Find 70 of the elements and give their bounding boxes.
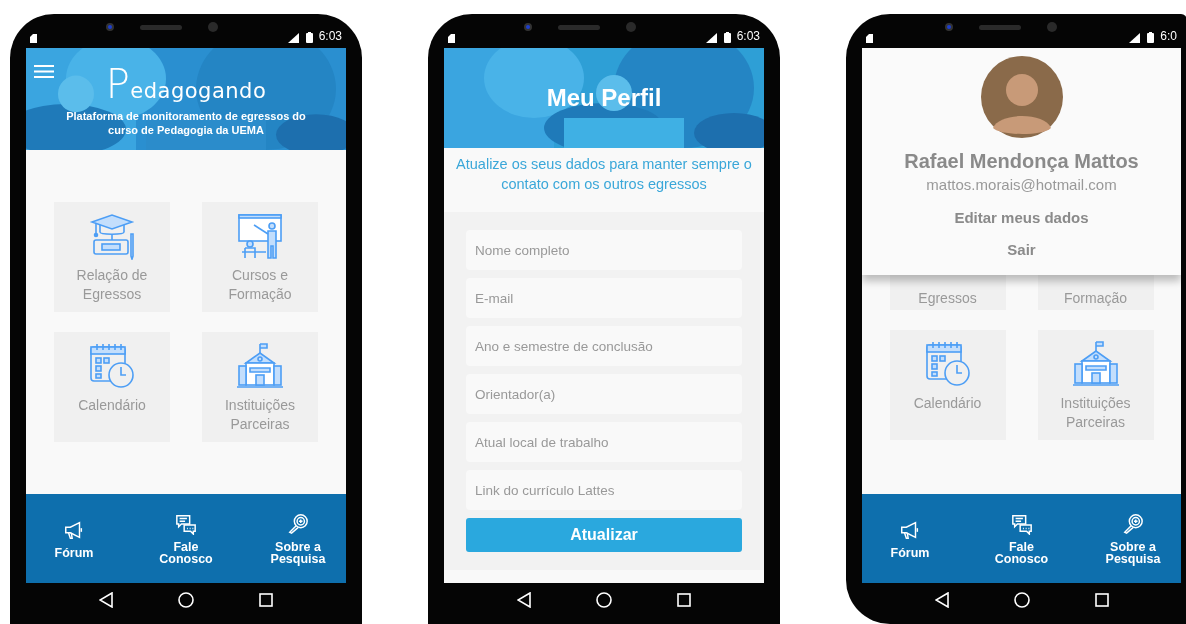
menu-tile[interactable]: Formação xyxy=(1037,275,1154,310)
nav-button[interactable]: Sobre a Pesquisa xyxy=(1097,512,1169,565)
search-icon xyxy=(287,512,309,535)
chat-bubbles-icon xyxy=(175,512,197,535)
nav-button[interactable]: Fórum xyxy=(38,518,110,559)
intro-text: Atualize os seus dados para manter sempre o contato com os outros egressos xyxy=(455,155,753,194)
home-icon[interactable] xyxy=(178,592,194,608)
notification-icon xyxy=(30,34,37,43)
school-building-icon xyxy=(1071,340,1120,388)
search-icon xyxy=(1122,512,1144,535)
nav-button[interactable]: Fórum xyxy=(874,518,946,559)
input-field[interactable]: Ano e semestre de conclusão xyxy=(466,326,742,366)
notification-icon xyxy=(866,34,873,43)
nav-button[interactable]: Sobre a Pesquisa xyxy=(262,512,334,565)
battery-icon xyxy=(723,32,731,43)
recents-icon[interactable] xyxy=(1094,593,1109,607)
menu-tile[interactable]: Instituições Parceiras xyxy=(1037,330,1154,440)
nav-button[interactable]: Fale Conosco xyxy=(150,512,222,565)
clock-time: 6:0 xyxy=(1160,29,1177,43)
speaker-grille xyxy=(558,24,601,30)
menu-tile[interactable]: Calendário xyxy=(54,332,170,442)
chat-bubbles-icon xyxy=(1010,512,1033,535)
menu-tile[interactable]: Egressos xyxy=(889,275,1006,310)
header-subtitle: Plataforma de monitoramento de egressos do curso de Pedagogia da UEMA xyxy=(65,109,307,137)
notification-icon xyxy=(448,34,455,43)
menu-tile[interactable]: Relação de Egressos xyxy=(54,202,170,312)
clock-time: 6:03 xyxy=(736,29,760,43)
update-button[interactable]: Atualizar xyxy=(466,518,742,552)
recents-icon[interactable] xyxy=(259,593,274,607)
home-icon[interactable] xyxy=(1013,592,1030,608)
input-field[interactable]: Nome completo xyxy=(466,230,742,270)
sensor-icon xyxy=(626,22,637,32)
recents-icon[interactable] xyxy=(677,593,692,607)
speaker-grille xyxy=(979,24,1022,30)
user-name: Rafael Mendonça Mattos xyxy=(904,150,1139,173)
drawer-link[interactable]: Editar meus dados xyxy=(954,209,1089,226)
sensor-icon xyxy=(1047,22,1058,32)
camera-icon xyxy=(106,23,115,31)
menu-tile[interactable]: Instituições Parceiras xyxy=(202,332,318,442)
signal-icon xyxy=(705,33,718,43)
battery-icon xyxy=(305,32,313,43)
input-field[interactable]: E-mail xyxy=(466,278,742,318)
back-icon[interactable] xyxy=(934,592,949,608)
signal-icon xyxy=(287,33,300,43)
camera-icon xyxy=(524,23,533,31)
app-logo: Pedagogando xyxy=(105,61,267,107)
menu-button[interactable] xyxy=(32,62,56,81)
clock-time: 6:03 xyxy=(318,29,342,43)
home-icon[interactable] xyxy=(596,592,612,608)
speaker-grille xyxy=(140,24,183,30)
calendar-clock-icon xyxy=(88,342,136,390)
back-icon[interactable] xyxy=(98,592,113,608)
school-building-icon xyxy=(236,342,284,390)
user-email: mattos.morais@hotmail.com xyxy=(926,176,1117,193)
nav-button[interactable]: Fale Conosco xyxy=(985,512,1058,565)
battery-icon xyxy=(1147,32,1155,43)
sensor-icon xyxy=(208,22,219,32)
graduation-cap-icon xyxy=(88,212,136,260)
input-field[interactable]: Atual local de trabalho xyxy=(466,422,742,462)
drawer-link[interactable]: Sair xyxy=(1007,241,1036,258)
calendar-clock-icon xyxy=(923,340,972,388)
input-field[interactable]: Link do currículo Lattes xyxy=(466,470,742,510)
page-title: Meu Perfil xyxy=(546,84,662,112)
teacher-board-icon xyxy=(236,212,284,260)
back-icon[interactable] xyxy=(516,592,531,608)
menu-tile[interactable]: Calendário xyxy=(889,330,1006,440)
signal-icon xyxy=(1129,33,1142,43)
input-field[interactable]: Orientador(a) xyxy=(466,374,742,414)
camera-icon xyxy=(945,23,954,31)
menu-tile[interactable]: Cursos e Formação xyxy=(202,202,318,312)
